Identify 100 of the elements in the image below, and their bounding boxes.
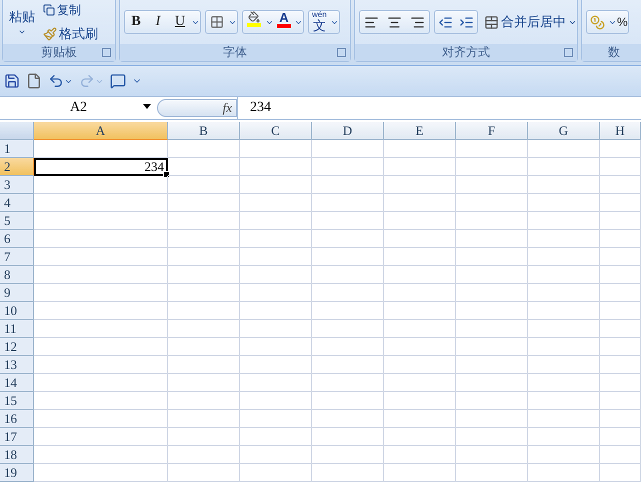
column-header[interactable]: C [240, 122, 312, 140]
table-cell[interactable] [384, 374, 456, 392]
table-cell[interactable] [384, 248, 456, 266]
table-cell[interactable] [600, 464, 641, 482]
table-cell[interactable] [384, 212, 456, 230]
table-cell[interactable] [34, 392, 168, 410]
row-header[interactable]: 15 [0, 392, 34, 410]
table-cell[interactable] [456, 392, 528, 410]
table-cell[interactable] [384, 302, 456, 320]
table-cell[interactable] [312, 158, 384, 176]
table-cell[interactable] [168, 230, 240, 248]
table-cell[interactable] [168, 338, 240, 356]
table-cell[interactable] [384, 338, 456, 356]
table-cell[interactable] [312, 230, 384, 248]
table-cell[interactable] [240, 374, 312, 392]
table-cell[interactable] [384, 266, 456, 284]
redo-button[interactable] [79, 73, 104, 89]
speech-bubble-button[interactable] [110, 73, 126, 89]
save-button[interactable] [4, 73, 20, 89]
row-header[interactable]: 5 [0, 212, 34, 230]
table-cell[interactable] [528, 338, 600, 356]
row-header[interactable]: 3 [0, 176, 34, 194]
table-cell[interactable] [312, 338, 384, 356]
table-cell[interactable] [600, 194, 641, 212]
table-cell[interactable] [528, 140, 600, 158]
row-header[interactable]: 12 [0, 338, 34, 356]
row-header[interactable]: 4 [0, 194, 34, 212]
table-cell[interactable] [34, 176, 168, 194]
table-cell[interactable] [34, 140, 168, 158]
table-cell[interactable] [34, 194, 168, 212]
table-cell[interactable] [384, 140, 456, 158]
table-cell[interactable] [168, 428, 240, 446]
table-cell[interactable] [34, 302, 168, 320]
table-cell[interactable] [312, 266, 384, 284]
table-cell[interactable] [240, 212, 312, 230]
table-cell[interactable] [456, 140, 528, 158]
underline-button[interactable]: U [169, 11, 191, 33]
table-cell[interactable] [312, 284, 384, 302]
table-cell[interactable] [528, 248, 600, 266]
dialog-launcher-icon[interactable] [564, 48, 573, 57]
table-cell[interactable] [600, 374, 641, 392]
table-cell[interactable] [600, 158, 641, 176]
table-cell[interactable] [600, 320, 641, 338]
table-cell[interactable] [240, 464, 312, 482]
table-cell[interactable] [34, 212, 168, 230]
table-cell[interactable] [168, 356, 240, 374]
column-header[interactable]: A [34, 122, 168, 140]
table-cell[interactable] [600, 428, 641, 446]
table-cell[interactable] [528, 176, 600, 194]
bold-button[interactable]: B [125, 11, 147, 33]
table-cell[interactable] [240, 176, 312, 194]
table-cell[interactable] [384, 410, 456, 428]
table-cell[interactable] [600, 410, 641, 428]
table-cell[interactable] [240, 158, 312, 176]
table-cell[interactable] [34, 464, 168, 482]
column-header[interactable]: H [600, 122, 641, 140]
dropdown-triangle-icon[interactable] [143, 104, 151, 109]
table-cell[interactable] [384, 230, 456, 248]
table-cell[interactable] [312, 428, 384, 446]
table-cell[interactable] [34, 230, 168, 248]
font-color-button[interactable]: A [274, 11, 294, 33]
table-cell[interactable] [240, 356, 312, 374]
table-cell[interactable] [240, 428, 312, 446]
table-cell[interactable] [312, 320, 384, 338]
table-cell[interactable] [600, 230, 641, 248]
table-cell[interactable] [34, 374, 168, 392]
table-cell[interactable] [456, 302, 528, 320]
table-cell[interactable] [168, 248, 240, 266]
table-cell[interactable] [384, 158, 456, 176]
table-cell[interactable] [528, 356, 600, 374]
select-all-corner[interactable] [0, 122, 34, 140]
row-header[interactable]: 6 [0, 230, 34, 248]
table-cell[interactable] [168, 284, 240, 302]
row-header[interactable]: 13 [0, 356, 34, 374]
table-cell[interactable] [456, 176, 528, 194]
row-header[interactable]: 1 [0, 140, 34, 158]
table-cell[interactable] [384, 464, 456, 482]
table-cell[interactable] [312, 374, 384, 392]
undo-button[interactable] [48, 73, 73, 89]
table-cell[interactable] [168, 176, 240, 194]
table-cell[interactable] [456, 266, 528, 284]
column-header[interactable]: D [312, 122, 384, 140]
table-cell[interactable] [456, 194, 528, 212]
table-cell[interactable] [34, 248, 168, 266]
dialog-launcher-icon[interactable] [102, 48, 111, 57]
table-cell[interactable] [528, 194, 600, 212]
table-cell[interactable] [600, 284, 641, 302]
table-cell[interactable] [456, 338, 528, 356]
table-cell[interactable] [168, 320, 240, 338]
formula-field[interactable]: 234 [237, 97, 641, 119]
table-cell[interactable] [456, 464, 528, 482]
table-cell[interactable] [168, 446, 240, 464]
table-cell[interactable] [600, 356, 641, 374]
table-cell[interactable] [600, 392, 641, 410]
column-header[interactable]: G [528, 122, 600, 140]
paste-button[interactable]: 粘贴 [7, 8, 37, 36]
table-cell[interactable] [528, 230, 600, 248]
table-cell[interactable] [528, 410, 600, 428]
table-cell[interactable] [384, 356, 456, 374]
table-cell[interactable] [456, 230, 528, 248]
